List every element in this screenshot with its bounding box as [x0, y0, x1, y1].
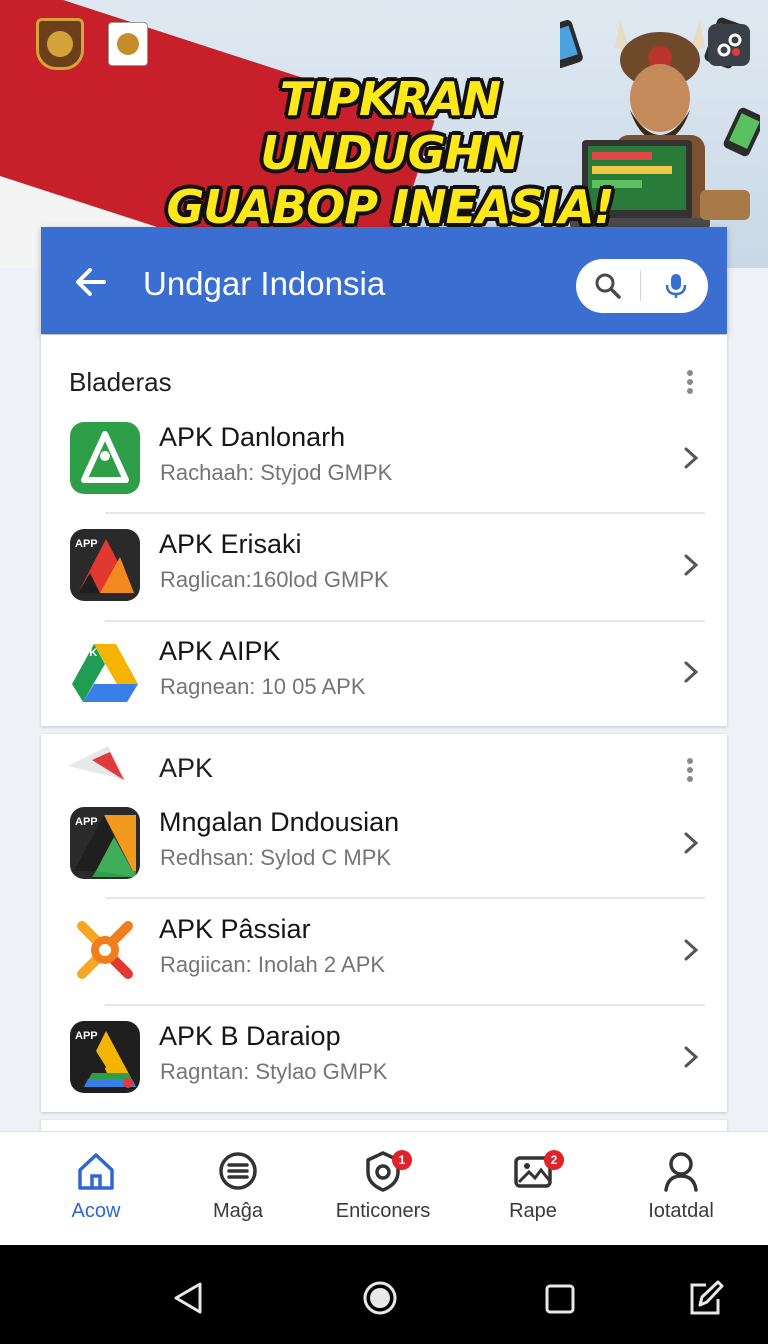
divider — [105, 512, 705, 514]
app-icon-pinwheel — [70, 914, 140, 986]
item-subtitle: Redhsan: Sylod C MPK — [160, 845, 392, 870]
more-options-icon[interactable] — [684, 370, 696, 394]
page-title: Undgar Indonsia — [143, 265, 386, 302]
chevron-right-icon — [684, 1046, 699, 1068]
list-item[interactable]: APP APK Erisaki Raglican:160lod GMPK — [41, 515, 727, 615]
banner-title-line2: GUABOP INEASIA! — [166, 180, 615, 234]
chevron-right-icon — [684, 447, 699, 469]
system-navigation-bar — [0, 1245, 768, 1344]
microphone-icon[interactable] — [662, 272, 690, 300]
home-icon — [78, 1153, 114, 1190]
app-logo-icon[interactable] — [708, 24, 750, 66]
edit-screenshot-icon[interactable] — [686, 1279, 724, 1317]
nav-profile[interactable]: Iotatdal — [604, 1132, 758, 1246]
section-title: APK — [159, 753, 214, 783]
arrow-left-icon — [76, 268, 106, 296]
app-icon-drive-dark: APP — [70, 1021, 140, 1093]
app-icon-red: APP — [70, 529, 140, 601]
nav-home-label: Acow — [71, 1200, 121, 1222]
garuda-emblem-small-icon — [108, 22, 148, 66]
search-icon[interactable] — [594, 272, 622, 300]
item-subtitle: Raglican:160lod GMPK — [160, 567, 389, 592]
more-options-icon[interactable] — [684, 758, 696, 782]
nav-rape-label: Rape — [509, 1200, 557, 1222]
search-bar[interactable] — [576, 259, 708, 313]
notification-badge: 2 — [544, 1150, 564, 1170]
nav-enticoners[interactable]: 1 Enticoners — [306, 1132, 460, 1246]
list-item[interactable]: APK Pâssiar Ragiican: Inolah 2 APK — [41, 900, 727, 1000]
list-item[interactable]: APP APK B Daraiop Ragntan: Stylao GMPK — [41, 1007, 727, 1107]
section-title: Bladeras — [69, 367, 172, 397]
app-icon-orange: APP — [70, 807, 140, 879]
item-title: APK B Daraiop — [159, 1021, 341, 1051]
chevron-right-icon — [684, 554, 699, 576]
item-title: APK Erisaki — [159, 529, 302, 559]
nav-maga-label: Maĝa — [212, 1200, 264, 1222]
svg-text:APP: APP — [75, 1030, 98, 1042]
nav-maga[interactable]: Maĝa — [161, 1132, 315, 1246]
item-subtitle: Ragntan: Stylao GMPK — [160, 1059, 388, 1084]
chevron-right-icon — [684, 832, 699, 854]
app-icon-drive: APK — [70, 636, 140, 708]
item-title: APK Danlonarh — [159, 422, 346, 452]
svg-text:APP: APP — [75, 538, 98, 550]
item-subtitle: Ragiican: Inolah 2 APK — [160, 952, 386, 977]
list-circle-icon — [219, 1152, 257, 1190]
list-item[interactable]: APP Mngalan Dndousian Redhsan: Sylod C M… — [41, 793, 727, 893]
item-title: APK Pâssiar — [159, 914, 311, 944]
app-icon-green — [70, 422, 140, 494]
list-item[interactable]: APK Danlonarh Rachaah: Styjod GMPK — [41, 408, 727, 508]
nav-home[interactable]: Acow — [19, 1132, 173, 1246]
notification-badge: 1 — [392, 1150, 412, 1170]
banner-title-line1: TIPKRAN UNDUGHN — [260, 72, 520, 180]
item-title: APK AIPK — [159, 636, 281, 666]
list-item[interactable]: APK APK AIPK Ragnean: 10 05 APK — [41, 622, 727, 722]
svg-text:APK: APK — [74, 647, 97, 659]
divider — [105, 897, 705, 899]
nav-profile-label: Iotatdal — [648, 1200, 714, 1222]
item-subtitle: Rachaah: Styjod GMPK — [160, 460, 393, 485]
item-subtitle: Ragnean: 10 05 APK — [160, 674, 366, 699]
garuda-emblem-icon — [36, 18, 84, 70]
bottom-navigation: Acow Maĝa 1 Enticoners 2 Rape Iotatdal — [0, 1131, 768, 1245]
chevron-right-icon — [684, 939, 699, 961]
item-title: Mngalan Dndousian — [159, 807, 400, 837]
nav-rape[interactable]: 2 Rape — [456, 1132, 610, 1246]
chevron-right-icon — [684, 661, 699, 683]
svg-text:APP: APP — [75, 816, 98, 828]
home-circle-icon[interactable] — [362, 1280, 398, 1316]
divider — [105, 1004, 705, 1006]
person-icon — [664, 1152, 698, 1192]
back-button[interactable] — [70, 262, 110, 302]
back-triangle-icon[interactable] — [172, 1281, 204, 1315]
apk-section-icon — [68, 746, 126, 780]
nav-enticoners-label: Enticoners — [335, 1200, 431, 1222]
banner-headline: TIPKRAN UNDUGHN GUABOP INEASIA! — [150, 72, 630, 234]
recents-square-icon[interactable] — [544, 1283, 576, 1315]
